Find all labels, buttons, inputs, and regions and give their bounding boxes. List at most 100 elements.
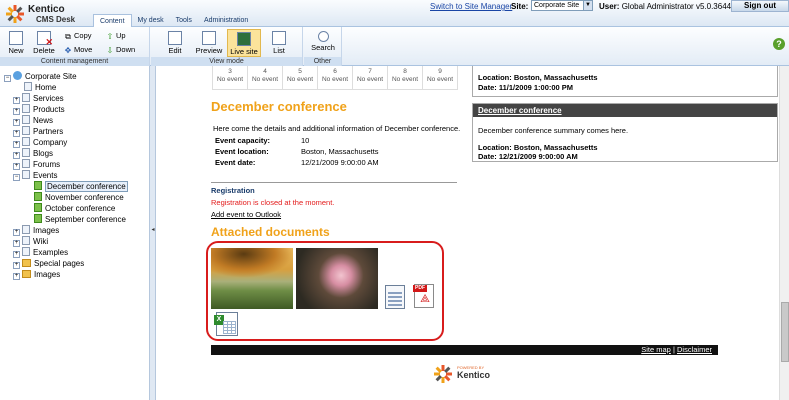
move-icon: ✥	[64, 46, 72, 55]
copy-icon: ⧉	[65, 32, 71, 41]
event-summary-location: Location: Boston, Massachusetts	[478, 143, 598, 152]
switch-to-site-manager-link[interactable]: Switch to Site Manager	[430, 2, 512, 11]
tree-item-label: Special pages	[34, 259, 85, 268]
flower-thumbnail[interactable]	[296, 248, 378, 309]
expand-icon[interactable]: +	[13, 163, 20, 170]
live-site-content: 3 No event 4 No event 5 No event 6 No event …	[156, 66, 779, 400]
tree-item-forums[interactable]: + Forums	[13, 159, 60, 170]
tree-item-news[interactable]: + News	[13, 115, 53, 126]
tree-item-products[interactable]: + Products	[13, 104, 65, 115]
tree-item-images[interactable]: + Images	[13, 225, 59, 236]
tree-item-events[interactable]: − Events	[13, 170, 57, 181]
sign-out-button[interactable]: Sign out	[731, 0, 789, 12]
expand-icon[interactable]: +	[13, 141, 20, 148]
calendar-day[interactable]: 3 No event	[213, 66, 248, 90]
help-icon[interactable]: ?	[773, 38, 785, 50]
kentico-logo[interactable]: Kentico CMS Desk	[5, 3, 89, 25]
tree-item-label: Services	[33, 94, 64, 103]
tree-item-label: Home	[35, 83, 57, 92]
list-label: List	[273, 46, 285, 55]
tree-item-company[interactable]: + Company	[13, 137, 67, 148]
collapse-icon[interactable]: −	[13, 174, 20, 181]
event-summary-title[interactable]: December conference	[473, 104, 777, 117]
powered-by-kentico[interactable]: POWERED BY Kentico	[433, 364, 503, 386]
tab-tools[interactable]: Tools	[170, 14, 198, 27]
disclaimer-link[interactable]: Disclaimer	[677, 345, 712, 354]
site-map-link[interactable]: Site map	[641, 345, 671, 354]
tree-item-label: Events	[33, 171, 58, 180]
copy-button[interactable]: ⧉ Copy	[64, 30, 91, 41]
word-document-icon[interactable]	[385, 285, 405, 309]
tree-item-services[interactable]: + Services	[13, 93, 64, 104]
expand-icon[interactable]: +	[13, 97, 20, 104]
tab-my-desk[interactable]: My desk	[132, 14, 170, 27]
calendar-day-text: No event	[251, 76, 279, 83]
add-to-outlook-link[interactable]: Add event to Outlook	[211, 210, 281, 219]
tree-item-december-conference[interactable]: December conference	[34, 181, 128, 192]
registration-status: Registration is closed at the moment.	[211, 198, 335, 207]
collapse-icon[interactable]: −	[4, 75, 11, 82]
event-summary-box: December conference December conference …	[472, 103, 778, 162]
calendar-day[interactable]: 6 No event	[318, 66, 353, 90]
tree-item-november-conference[interactable]: November conference	[34, 192, 124, 203]
tree-item-home[interactable]: Home	[24, 82, 56, 93]
tree-root[interactable]: − Corporate Site	[4, 71, 77, 82]
tree-item-blogs[interactable]: + Blogs	[13, 148, 53, 159]
calendar-day-number: 6	[333, 68, 337, 75]
version-text: v5.0.3644	[695, 2, 732, 11]
delete-button[interactable]: ✕ Delete	[30, 29, 58, 57]
tree-item-september-conference[interactable]: September conference	[34, 214, 126, 225]
move-button[interactable]: ✥ Move	[64, 44, 93, 55]
calendar-day[interactable]: 7 No event	[353, 66, 388, 90]
tree-item-label: Examples	[33, 248, 69, 257]
expand-icon[interactable]: +	[13, 262, 20, 269]
pdf-document-icon[interactable]: PDF ⟁	[413, 284, 434, 308]
calendar-day[interactable]: 4 No event	[248, 66, 283, 90]
vertical-scrollbar[interactable]	[779, 66, 789, 400]
tree-item-examples[interactable]: + Examples	[13, 247, 68, 258]
sidebox-border	[777, 66, 778, 97]
preview-button[interactable]: Preview	[193, 29, 225, 57]
calendar-day[interactable]: 9 No event	[423, 66, 458, 90]
calendar-day-number: 7	[368, 68, 372, 75]
live-site-button[interactable]: Live site	[227, 29, 261, 57]
expand-icon[interactable]: +	[13, 240, 20, 247]
expand-icon[interactable]: +	[13, 251, 20, 258]
tree-item-october-conference[interactable]: October conference	[34, 203, 115, 214]
scrollbar-thumb[interactable]	[781, 302, 789, 362]
new-button[interactable]: New	[2, 29, 30, 57]
tab-content[interactable]: Content	[93, 14, 132, 27]
content-management-group: New ✕ Delete ⧉ Copy ✥ Move ⇧ Up ⇩ Down Conte…	[0, 27, 150, 66]
expand-icon[interactable]: +	[13, 229, 20, 236]
autumn-tree-thumbnail[interactable]	[211, 248, 293, 309]
down-button[interactable]: ⇩ Down	[106, 44, 136, 55]
powered-by-brand: Kentico	[457, 370, 491, 380]
tree-item-label: Partners	[33, 127, 64, 136]
other-group-title: Other	[304, 57, 341, 66]
content-tree: − Corporate Site Home + Services + Products…	[0, 66, 150, 400]
expand-icon[interactable]: +	[13, 273, 20, 280]
tree-item-wiki[interactable]: + Wiki	[13, 236, 48, 247]
site-select[interactable]: Corporate Site ▼	[531, 0, 593, 11]
list-button[interactable]: List	[265, 29, 293, 57]
expand-icon[interactable]: +	[13, 152, 20, 159]
tree-item-label: Forums	[33, 160, 61, 169]
excel-document-icon[interactable]: X	[214, 312, 238, 336]
expand-icon[interactable]: +	[13, 108, 20, 115]
search-button[interactable]: Search	[307, 29, 339, 57]
calendar-day[interactable]: 8 No event	[388, 66, 423, 90]
calendar-day-number: 4	[263, 68, 267, 75]
tree-item-images-folder[interactable]: + Images	[13, 269, 60, 280]
chevron-down-icon[interactable]: ▼	[583, 1, 592, 10]
search-icon	[317, 31, 329, 42]
tree-item-partners[interactable]: + Partners	[13, 126, 63, 137]
expand-icon[interactable]: +	[13, 130, 20, 137]
tree-item-special-pages[interactable]: + Special pages	[13, 258, 84, 269]
event-icon	[34, 203, 42, 212]
calendar-day[interactable]: 5 No event	[283, 66, 318, 90]
edit-button[interactable]: Edit	[161, 29, 189, 57]
up-button[interactable]: ⇧ Up	[106, 30, 126, 41]
event-capacity-value: 10	[301, 136, 310, 145]
tab-administration[interactable]: Administration	[198, 14, 254, 27]
expand-icon[interactable]: +	[13, 119, 20, 126]
